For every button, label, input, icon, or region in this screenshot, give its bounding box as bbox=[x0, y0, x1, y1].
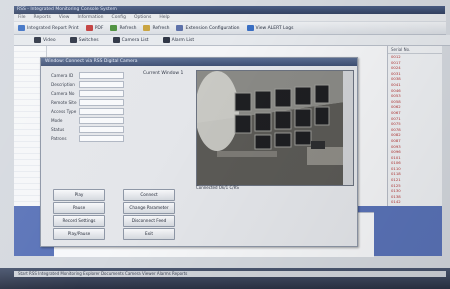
field-label: Description bbox=[51, 82, 75, 87]
record-settings-button[interactable]: Record Settings bbox=[53, 215, 105, 227]
view-button-2[interactable]: Camera List bbox=[112, 37, 149, 43]
menu-item-reports[interactable]: Reports bbox=[34, 14, 51, 21]
camera-caption: Connected Ok/1 C/RS bbox=[196, 185, 239, 190]
field-row: Description bbox=[51, 81, 124, 88]
field-value[interactable] bbox=[79, 117, 124, 124]
field-value[interactable] bbox=[79, 135, 124, 142]
settings-icon bbox=[176, 25, 184, 31]
menu-item-information[interactable]: Information bbox=[77, 14, 103, 21]
field-row: Access Type bbox=[51, 108, 124, 115]
view-button-label: Video bbox=[43, 37, 56, 43]
taskbar: Start RSS Integrated Monitoring Explorer… bbox=[0, 268, 450, 289]
switch-icon bbox=[69, 37, 77, 43]
dialog-title: Window: Connect via RSS Digital Camera bbox=[41, 58, 357, 66]
pdf-icon bbox=[85, 25, 93, 31]
disconnect-feed-button[interactable]: Disconnect Feed bbox=[123, 215, 175, 227]
window-title: RSS - Integrated Monitoring Console Syst… bbox=[14, 6, 445, 14]
field-value[interactable] bbox=[79, 72, 124, 79]
exit-button[interactable]: Exit bbox=[123, 228, 175, 240]
alarm-icon bbox=[162, 37, 170, 43]
serial-list: 0012 0017 0024 0031 0038 0041 0046 0053 0058 0062… bbox=[388, 54, 442, 211]
field-label: Camera No bbox=[51, 91, 75, 96]
play-pause-button[interactable]: Play/Pause bbox=[53, 228, 105, 240]
field-label: Remote Site bbox=[51, 100, 77, 105]
field-row: Status bbox=[51, 126, 124, 133]
toolbar-button-label: Refresh bbox=[119, 25, 137, 31]
field-value[interactable] bbox=[79, 81, 124, 88]
menu-item-options[interactable]: Options bbox=[134, 14, 151, 21]
camera-icon bbox=[112, 37, 120, 43]
toolbar-button-label: Integrated Report Print bbox=[27, 25, 79, 31]
field-label: Access Type bbox=[51, 109, 77, 114]
camera-view[interactable] bbox=[196, 70, 354, 186]
toolbar-button-2[interactable]: Refresh bbox=[110, 25, 136, 31]
field-row: Remote Site bbox=[51, 99, 124, 106]
toolbar-button-4[interactable]: Extension Configuration bbox=[176, 25, 240, 31]
field-row: Camera No bbox=[51, 90, 124, 97]
field-label: Patrons bbox=[51, 136, 67, 141]
view-button-label: Camera List bbox=[121, 37, 149, 43]
view-button-1[interactable]: Switches bbox=[69, 37, 99, 43]
toolbar-button-5[interactable]: View ALERT Logs bbox=[246, 25, 294, 31]
toolbar-button-label: Refresh bbox=[152, 25, 170, 31]
taskbar-items[interactable]: Start RSS Integrated Monitoring Explorer… bbox=[14, 271, 446, 277]
field-value[interactable] bbox=[79, 99, 124, 106]
view-button-0[interactable]: Video bbox=[34, 37, 56, 43]
camera-window-label: Current Window 1 bbox=[143, 71, 184, 76]
secondary-toolbar: Video Switches Camera List Alarm List bbox=[14, 35, 450, 46]
toolbar-button-label: Extension Configuration bbox=[185, 25, 240, 31]
field-value[interactable] bbox=[79, 126, 124, 133]
print-icon bbox=[18, 25, 25, 31]
video-icon bbox=[34, 37, 41, 43]
menu-item-file[interactable]: File bbox=[18, 14, 26, 21]
pause-button[interactable]: Pause bbox=[53, 202, 105, 214]
toolbar-button-label: PDF bbox=[94, 25, 104, 31]
view-button-3[interactable]: Alarm List bbox=[162, 37, 195, 43]
field-value[interactable] bbox=[79, 108, 124, 115]
view-button-label: Switches bbox=[78, 37, 99, 43]
connect-button[interactable]: Connect bbox=[123, 189, 175, 201]
camera-dialog: Window: Connect via RSS Digital Camera C… bbox=[40, 57, 358, 247]
toolbar-button-label: View ALERT Logs bbox=[255, 25, 294, 31]
view-button-label: Alarm List bbox=[171, 37, 195, 43]
log-icon bbox=[246, 25, 254, 31]
main-toolbar: Integrated Report Print PDF Refresh Refresh… bbox=[14, 22, 446, 35]
serial-column-header[interactable]: Serial No. bbox=[388, 46, 442, 54]
change-parameter-button[interactable]: Change Parameter bbox=[123, 202, 175, 214]
menu-item-config[interactable]: Config bbox=[112, 14, 126, 21]
refresh-icon bbox=[110, 25, 118, 31]
toolbar-button-3[interactable]: Refresh bbox=[143, 25, 169, 31]
camera-image bbox=[197, 71, 353, 185]
desktop-screen: RSS - Integrated Monitoring Console Syst… bbox=[0, 0, 450, 289]
toolbar-button-0[interactable]: Integrated Report Print bbox=[18, 25, 79, 31]
field-label: Mode bbox=[51, 118, 63, 123]
field-row: Patrons bbox=[51, 135, 124, 142]
refresh-icon bbox=[143, 25, 151, 31]
field-label: Status bbox=[51, 127, 65, 132]
menu-item-view[interactable]: View bbox=[59, 14, 70, 21]
field-label: Camera ID bbox=[51, 73, 74, 78]
field-row: Camera ID bbox=[51, 72, 124, 79]
field-value[interactable] bbox=[79, 90, 124, 97]
menu-bar: File Reports View Information Config Options H… bbox=[14, 14, 446, 21]
toolbar-button-1[interactable]: PDF bbox=[85, 25, 104, 31]
menu-item-help[interactable]: Help bbox=[159, 14, 169, 21]
play-button[interactable]: Play bbox=[53, 189, 105, 201]
field-row: Mode bbox=[51, 117, 124, 124]
